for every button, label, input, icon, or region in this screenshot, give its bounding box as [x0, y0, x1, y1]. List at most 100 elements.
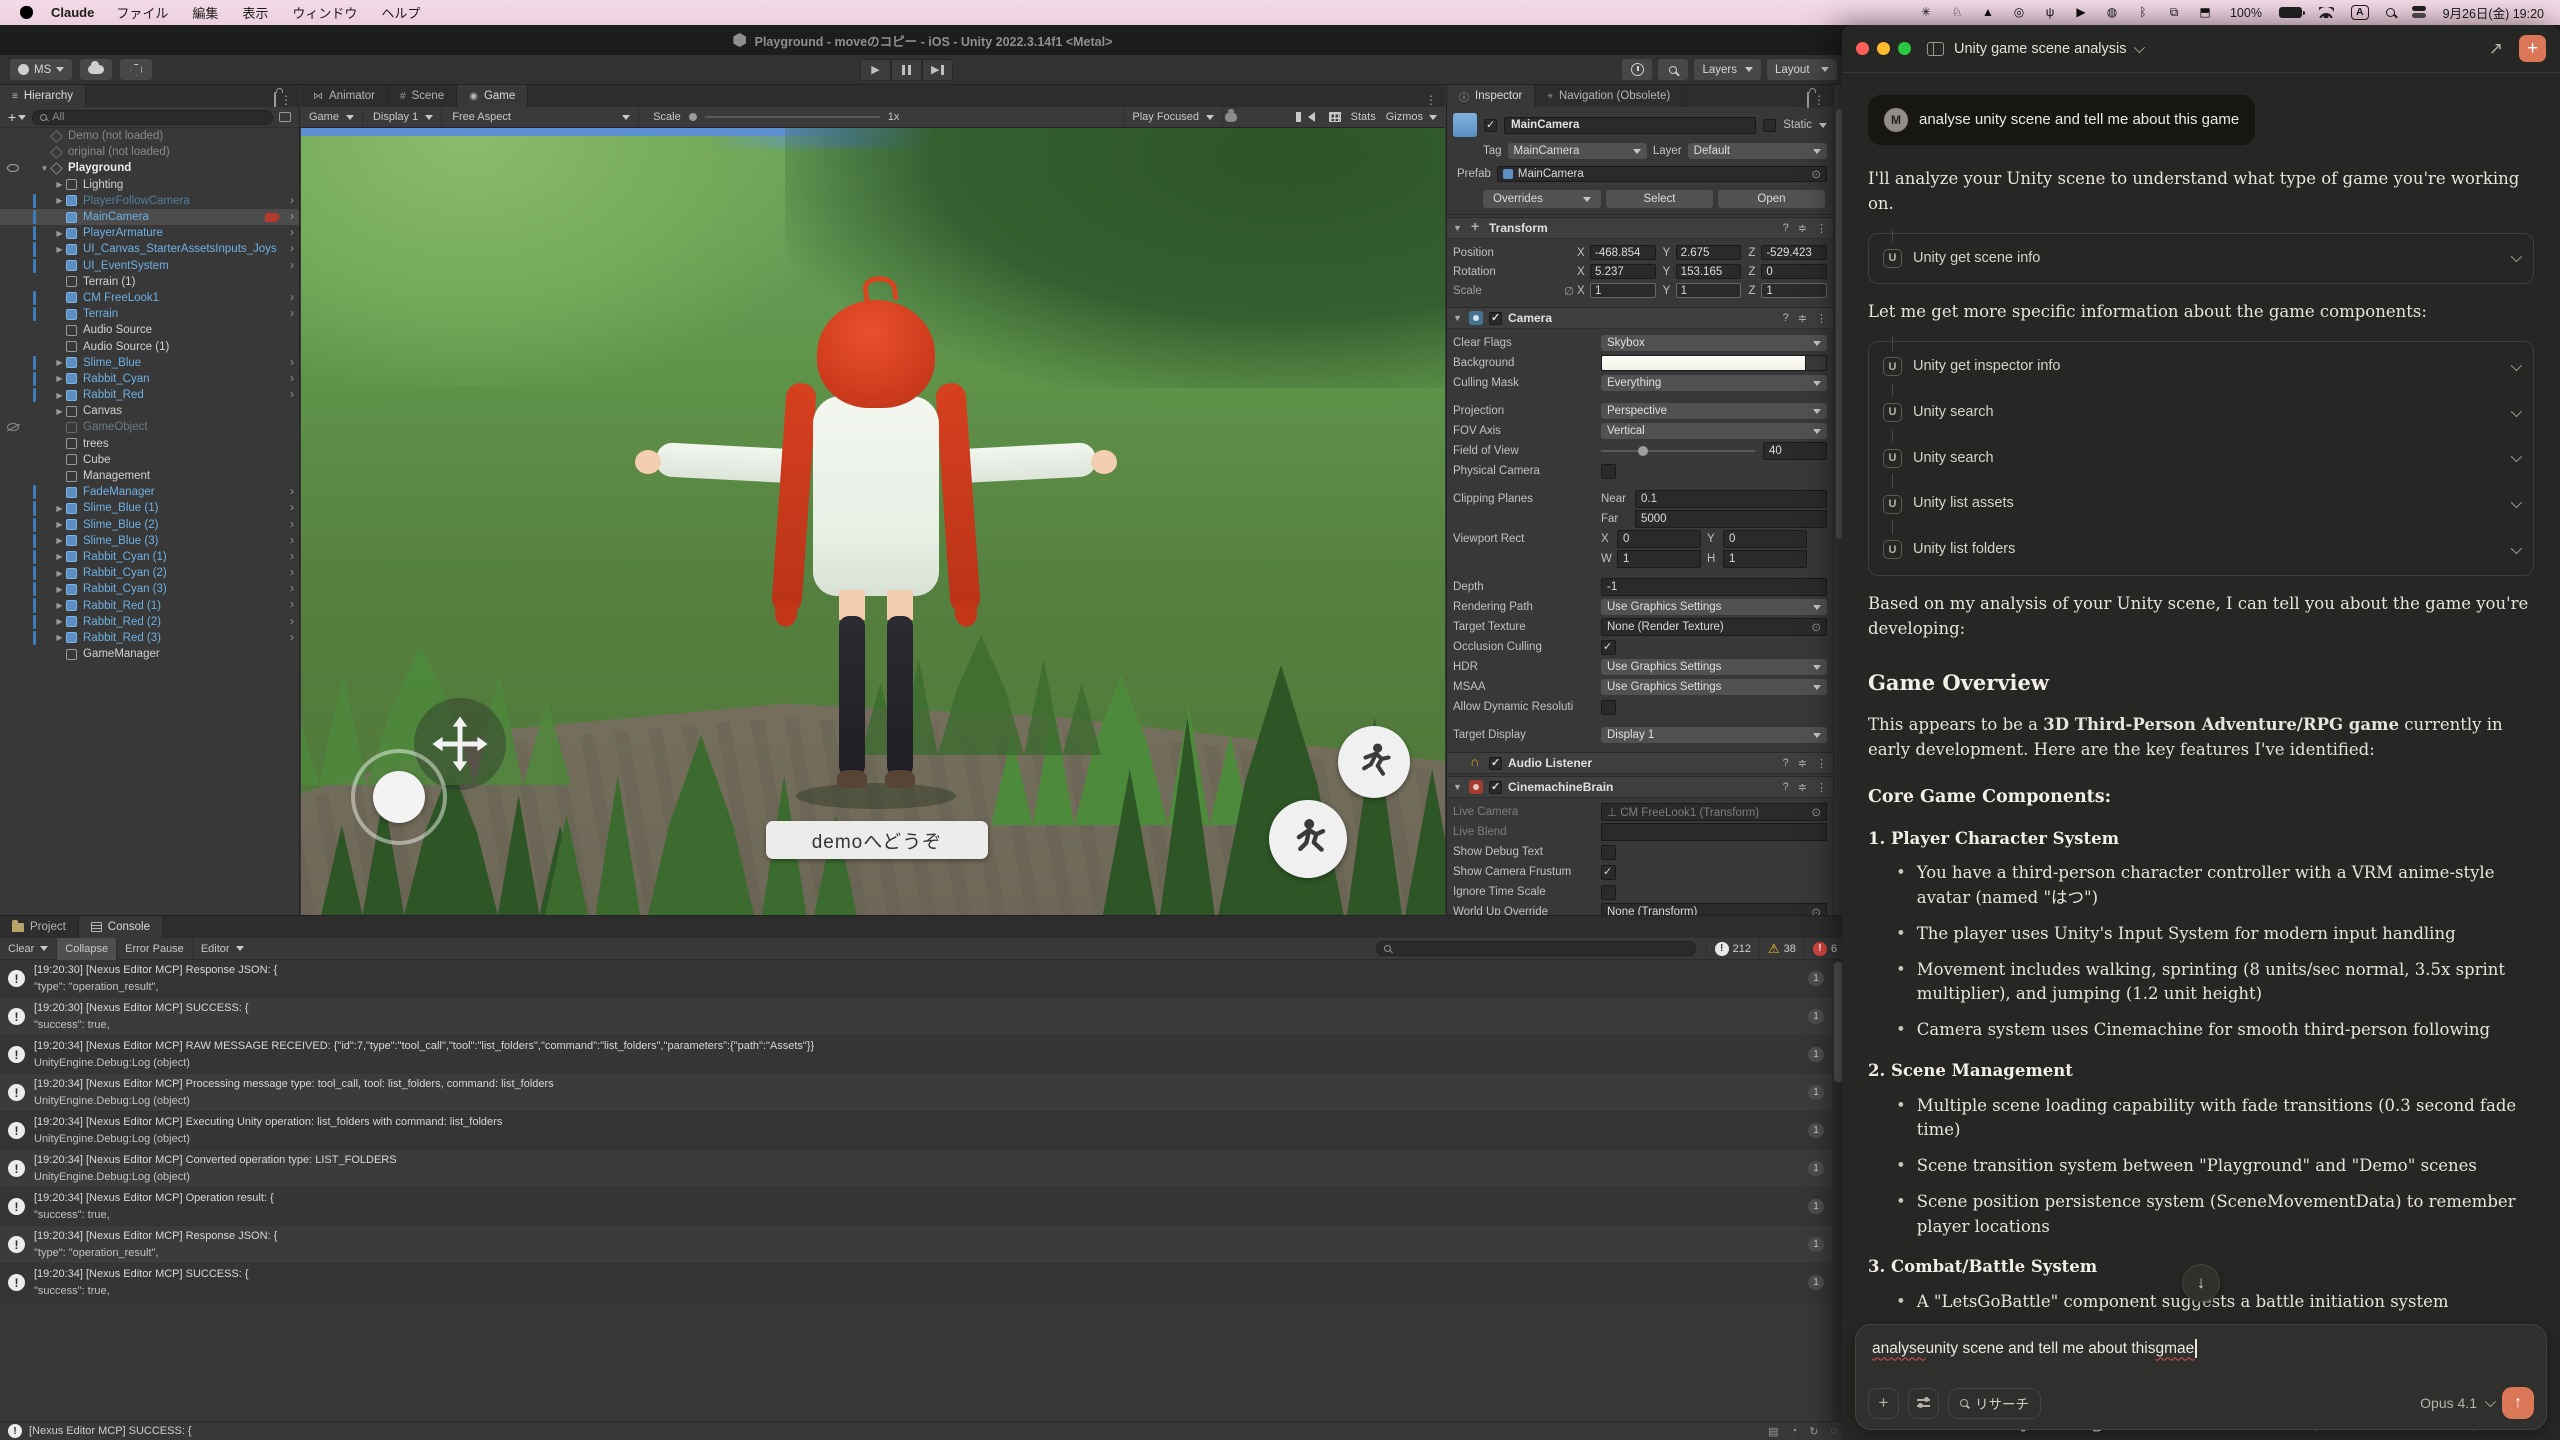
inspector-row[interactable]: Live Camera ⊥ CM FreeLook1 (Transform) ⊥… [1453, 803, 1827, 821]
hierarchy-item[interactable]: ▼ Playground › [0, 160, 299, 176]
tool-call-card[interactable]: U Unity get scene info [1868, 233, 2534, 285]
hierarchy-item[interactable]: Audio Source (1) › [0, 338, 299, 354]
inspector-row[interactable]: ⊙ W1H1 H1 ⊙ [1453, 550, 1827, 568]
inspector-row[interactable]: Occlusion Culling ⊙ ⊙ [1453, 638, 1827, 656]
research-button[interactable]: リサーチ [1948, 1388, 2041, 1419]
hierarchy-item[interactable]: CM FreeLook1 › [0, 290, 299, 306]
expand-arrow-icon[interactable]: ▶ [53, 180, 66, 189]
select-button[interactable]: Select [1606, 190, 1713, 208]
console-log-entry[interactable]: ! [19:20:30] [Nexus Editor MCP] Response… [0, 960, 1832, 998]
menu-item[interactable]: ヘルプ [381, 3, 420, 22]
cinemachine-brain-header[interactable]: ▼ CinemachineBrain ?≑⋮ [1447, 776, 1833, 798]
chevron-down-icon[interactable] [2511, 497, 2522, 508]
share-icon[interactable]: ↗ [2489, 39, 2503, 59]
error-pause-button[interactable]: Error Pause [117, 938, 193, 960]
chevron-right-icon[interactable]: › [290, 209, 294, 223]
audio-listener-header[interactable]: ▼ Audio Listener ?≑⋮ [1447, 752, 1833, 774]
hierarchy-search-input[interactable]: All [32, 110, 273, 125]
hierarchy-item[interactable]: trees › [0, 436, 299, 452]
slider-track[interactable] [705, 116, 880, 118]
display-dropdown[interactable]: Display 1 [365, 107, 442, 127]
hierarchy-item[interactable]: ▶ Rabbit_Cyan (3) › [0, 581, 299, 597]
layers-dropdown[interactable]: Layers [1694, 59, 1761, 80]
status-icon[interactable]: ᛒ [2135, 5, 2151, 20]
object-picker-icon[interactable]: ⊙ [1811, 805, 1821, 819]
inspector-row[interactable]: Physical Camera ⊙ ⊙ [1453, 462, 1827, 480]
inspector-row[interactable]: Allow Dynamic Resoluti ⊙ ⊙ [1453, 698, 1827, 716]
x-field[interactable]: 5.237 [1590, 264, 1656, 279]
scale-slider[interactable]: Scale 1x [641, 111, 911, 123]
inspector-row[interactable]: Show Camera Frustum ⊙ ⊙ [1453, 863, 1827, 881]
foldout-icon[interactable]: ▼ [1453, 223, 1463, 233]
hierarchy-item[interactable]: ▶ UI_Canvas_StarterAssetsInputs_Joys › [0, 241, 299, 257]
object-picker-icon[interactable]: ⊙ [1811, 620, 1821, 634]
link-icon[interactable]: ∅ [1561, 284, 1577, 298]
hierarchy-item[interactable]: UI_EventSystem › [0, 258, 299, 274]
inspector-row[interactable]: Depth -1 -1 -1 -1⊙ -1 -1⊙ -1 [1453, 578, 1827, 596]
slider-knob[interactable] [689, 113, 697, 121]
tab-navigation[interactable]: ⌖Navigation (Obsolete) [1535, 85, 1683, 107]
z-field[interactable]: -529.423 [1761, 245, 1827, 260]
expand-arrow-icon[interactable]: ▼ [38, 164, 51, 173]
hierarchy-item[interactable]: ▶ Rabbit_Red (3) › [0, 630, 299, 646]
hierarchy-item[interactable]: ▶ Rabbit_Red (2) › [0, 614, 299, 630]
tool-call-card[interactable]: U Unity get inspector info U Unity searc… [1868, 341, 2534, 576]
chevron-right-icon[interactable]: › [290, 355, 294, 369]
hierarchy-item[interactable]: ▶ Rabbit_Cyan › [0, 371, 299, 387]
expand-arrow-icon[interactable]: ▶ [53, 504, 66, 513]
chevron-down-icon[interactable] [18, 115, 26, 120]
inspector-row[interactable]: Culling Mask Everything Everything Every… [1453, 374, 1827, 392]
console-log-entry[interactable]: ! [19:20:34] [Nexus Editor MCP] Executin… [0, 1112, 1832, 1150]
tool-call-row[interactable]: U Unity list folders [1883, 527, 2519, 573]
stats-button[interactable]: Stats [1351, 111, 1376, 123]
chevron-down-icon[interactable] [1819, 123, 1827, 128]
hierarchy-item[interactable]: Demo (not loaded) › [0, 128, 299, 144]
transform-header[interactable]: ▼ Transform ?≑⋮ [1447, 217, 1833, 239]
grid-icon[interactable]: ▤ [1768, 1425, 1778, 1438]
expand-arrow-icon[interactable]: ▶ [53, 407, 66, 416]
component-checkbox[interactable] [1489, 312, 1502, 325]
sidebar-toggle-icon[interactable] [1927, 42, 1944, 56]
slider-knob[interactable] [1638, 446, 1648, 456]
wifi-icon[interactable] [2319, 7, 2334, 18]
tab-project[interactable]: Project [0, 916, 79, 938]
expand-arrow-icon[interactable]: ▶ [53, 536, 66, 545]
eye-icon[interactable] [7, 164, 19, 172]
control-center-icon[interactable] [2412, 6, 2426, 19]
layout-dropdown[interactable]: Layout [1767, 59, 1837, 80]
apple-icon[interactable] [20, 6, 33, 19]
hierarchy-item[interactable]: MainCamera › [0, 209, 299, 225]
chevron-down-icon[interactable] [2511, 543, 2522, 554]
chevron-right-icon[interactable]: › [290, 517, 294, 531]
chevron-right-icon[interactable]: › [290, 614, 294, 628]
checkbox[interactable] [1601, 845, 1827, 860]
chevron-right-icon[interactable]: › [290, 193, 294, 207]
overrides-dropdown[interactable]: Overrides [1483, 190, 1601, 208]
status-icon[interactable]: ⧉ [2166, 5, 2182, 20]
console-log-entry[interactable]: ! [19:20:34] [Nexus Editor MCP] Response… [0, 1226, 1832, 1264]
message-input-text[interactable]: analyse unity scene and tell me about th… [1872, 1339, 2530, 1358]
cloud-button[interactable] [80, 59, 112, 80]
inspector-row[interactable]: Show Debug Text ⊙ ⊙ [1453, 843, 1827, 861]
hierarchy-item[interactable]: GameManager › [0, 646, 299, 662]
expand-arrow-icon[interactable]: ▶ [53, 391, 66, 400]
model-selector[interactable]: Opus 4.1 [2420, 1395, 2493, 1411]
unity-statusbar[interactable]: ! [Nexus Editor MCP] SUCCESS: { ▤ ◔ ↻ ◌ [0, 1421, 1845, 1440]
aspect-dropdown[interactable]: Free Aspect [444, 107, 639, 127]
status-icon[interactable]: ♘ [1949, 5, 1965, 20]
checkbox[interactable] [1601, 464, 1827, 479]
expand-arrow-icon[interactable]: ▶ [53, 601, 66, 610]
inspector-row[interactable]: Target Display Display 1 Display 1 Displ… [1453, 726, 1827, 744]
expand-arrow-icon[interactable]: ▶ [53, 245, 66, 254]
send-button[interactable]: ↑ [2502, 1387, 2534, 1419]
chevron-right-icon[interactable]: › [290, 241, 294, 255]
hierarchy-item[interactable]: ▶ Slime_Blue (3) › [0, 533, 299, 549]
progress-icon[interactable]: ◌ [1830, 1425, 1837, 1437]
hierarchy-item[interactable]: ▶ Slime_Blue (2) › [0, 517, 299, 533]
sprint-button[interactable] [1338, 726, 1410, 798]
component-checkbox[interactable] [1489, 781, 1502, 794]
checkbox[interactable] [1601, 700, 1827, 715]
account-dropdown[interactable]: MS [10, 59, 72, 80]
status-icon[interactable]: ◎ [2011, 5, 2027, 20]
tool-call-row[interactable]: U Unity get inspector info [1883, 344, 2519, 390]
